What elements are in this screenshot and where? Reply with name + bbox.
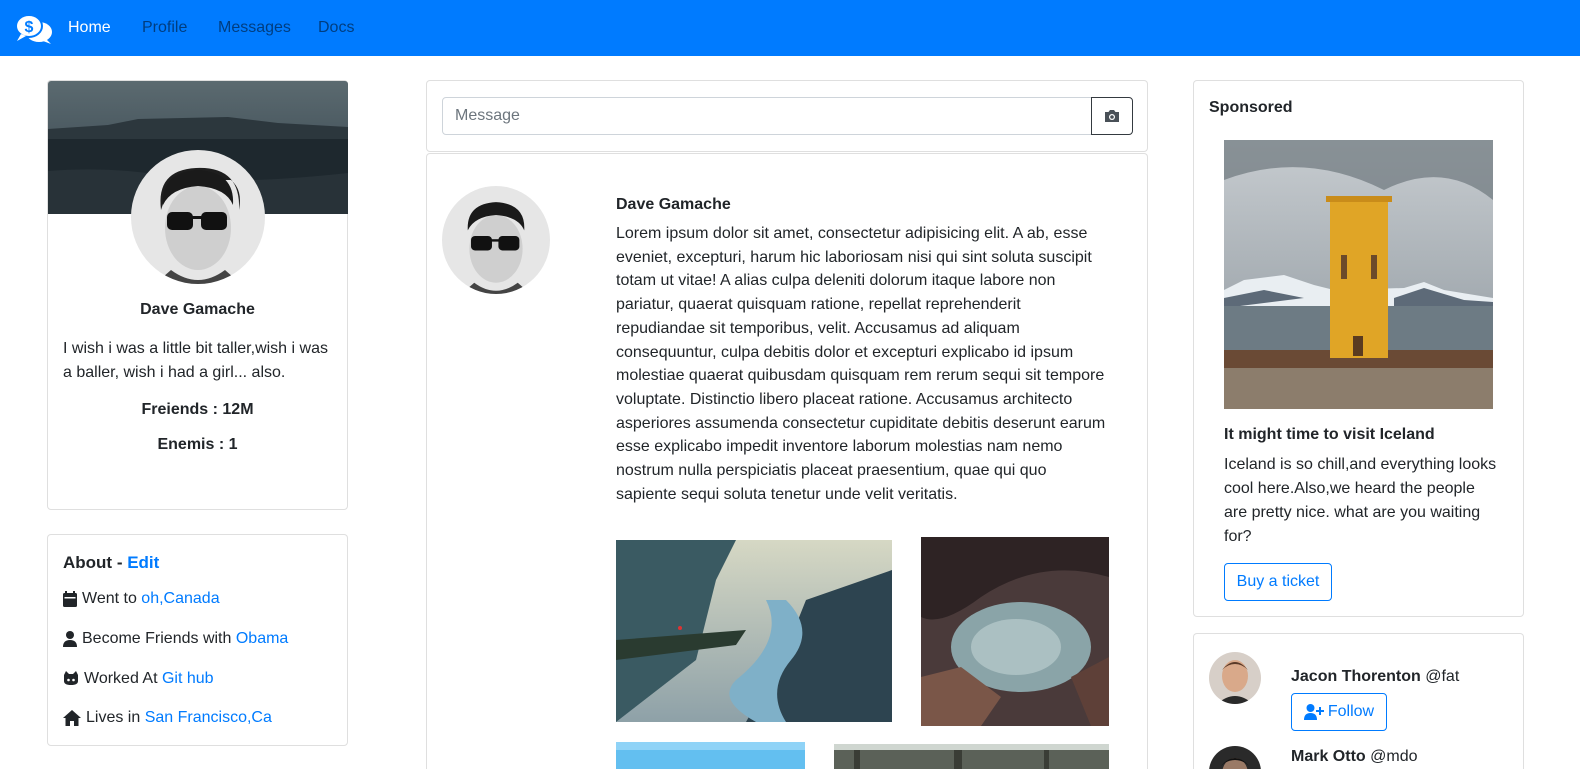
ad-text: Iceland is so chill,and everything looks…: [1224, 456, 1497, 545]
post-author-avatar[interactable]: [442, 186, 550, 294]
enemies-count: Enemis : 1: [157, 436, 238, 453]
about-item-link[interactable]: Git hub: [162, 670, 214, 688]
about-item-text: Worked At: [84, 670, 158, 687]
suggestion-avatar[interactable]: [1209, 652, 1261, 704]
profile-bio: I wish i was a little bit taller,wish i …: [63, 340, 328, 381]
profile-card: Dave Gamache I wish i was a little bit t…: [47, 80, 348, 510]
svg-text:$: $: [25, 19, 34, 36]
suggestions-card: Jacon Thorenton @fat Follow Mark Otto @m…: [1193, 633, 1524, 769]
buy-ticket-button[interactable]: Buy a ticket: [1224, 563, 1332, 601]
about-card: About - Edit Went to oh,Canada Become Fr…: [47, 534, 348, 746]
about-title: About -: [63, 553, 128, 572]
about-item-location: Lives in San Francisco,Ca: [63, 709, 272, 727]
post-card: Dave Gamache Lorem ipsum dolor sit amet,…: [426, 153, 1148, 769]
follow-button[interactable]: Follow: [1291, 693, 1387, 731]
about-item-link[interactable]: oh,Canada: [141, 590, 219, 608]
ad-image-lighthouse[interactable]: [1224, 140, 1493, 409]
suggestion-name: Mark Otto @mdo: [1291, 748, 1417, 766]
nav-docs[interactable]: Docs: [318, 19, 354, 37]
suggestion-fullname: Jacon Thorenton: [1291, 668, 1421, 685]
suggestion-handle: @fat: [1420, 668, 1460, 685]
chat-dollar-icon[interactable]: $: [15, 13, 53, 45]
github-icon: [64, 671, 78, 685]
friends-count: Freiends : 12M: [141, 401, 254, 418]
user-plus-icon: [1303, 704, 1324, 720]
post-author-name: Dave Gamache: [616, 196, 731, 213]
about-item-work: Worked At Git hub: [63, 670, 214, 688]
post-photo-sky[interactable]: [616, 742, 805, 769]
navbar: $ Home Profile Messages Docs: [0, 0, 1580, 56]
nav-messages[interactable]: Messages: [218, 19, 291, 37]
composer-card: [426, 80, 1148, 152]
camera-button[interactable]: [1091, 97, 1133, 135]
about-item-text: Become Friends with: [82, 630, 232, 647]
suggestion-avatar[interactable]: [1209, 746, 1261, 769]
profile-name: Dave Gamache: [140, 301, 255, 318]
about-item-friends: Become Friends with Obama: [63, 630, 288, 648]
nav-home[interactable]: Home: [68, 19, 111, 37]
suggestion-fullname: Mark Otto: [1291, 748, 1366, 765]
user-icon: [63, 631, 77, 647]
about-heading: About - Edit: [63, 553, 159, 573]
calendar-icon: [63, 591, 77, 607]
about-item-text: Went to: [82, 590, 137, 607]
about-item-link[interactable]: Obama: [236, 630, 288, 648]
suggestion-name: Jacon Thorenton @fat: [1291, 668, 1459, 686]
ad-title: It might time to visit Iceland: [1224, 426, 1435, 443]
about-item-text: Lives in: [86, 709, 141, 726]
sponsored-card: Sponsored It might time to visit Iceland…: [1193, 80, 1524, 617]
about-item-school: Went to oh,Canada: [63, 590, 220, 608]
follow-button-label: Follow: [1327, 703, 1375, 720]
sponsored-heading: Sponsored: [1209, 99, 1293, 116]
home-icon: [63, 710, 81, 726]
camera-icon: [1105, 110, 1119, 122]
nav-profile[interactable]: Profile: [142, 19, 187, 37]
about-item-link[interactable]: San Francisco,Ca: [145, 709, 272, 727]
about-edit-link[interactable]: Edit: [127, 553, 159, 572]
profile-avatar[interactable]: [131, 150, 265, 284]
post-photo-fjord[interactable]: [616, 540, 892, 722]
post-photo-cave[interactable]: [921, 537, 1109, 726]
post-body: Lorem ipsum dolor sit amet, consectetur …: [616, 225, 1106, 503]
post-photo-forest[interactable]: [834, 744, 1109, 769]
message-input[interactable]: [442, 97, 1092, 135]
suggestion-handle: @mdo: [1365, 748, 1418, 765]
